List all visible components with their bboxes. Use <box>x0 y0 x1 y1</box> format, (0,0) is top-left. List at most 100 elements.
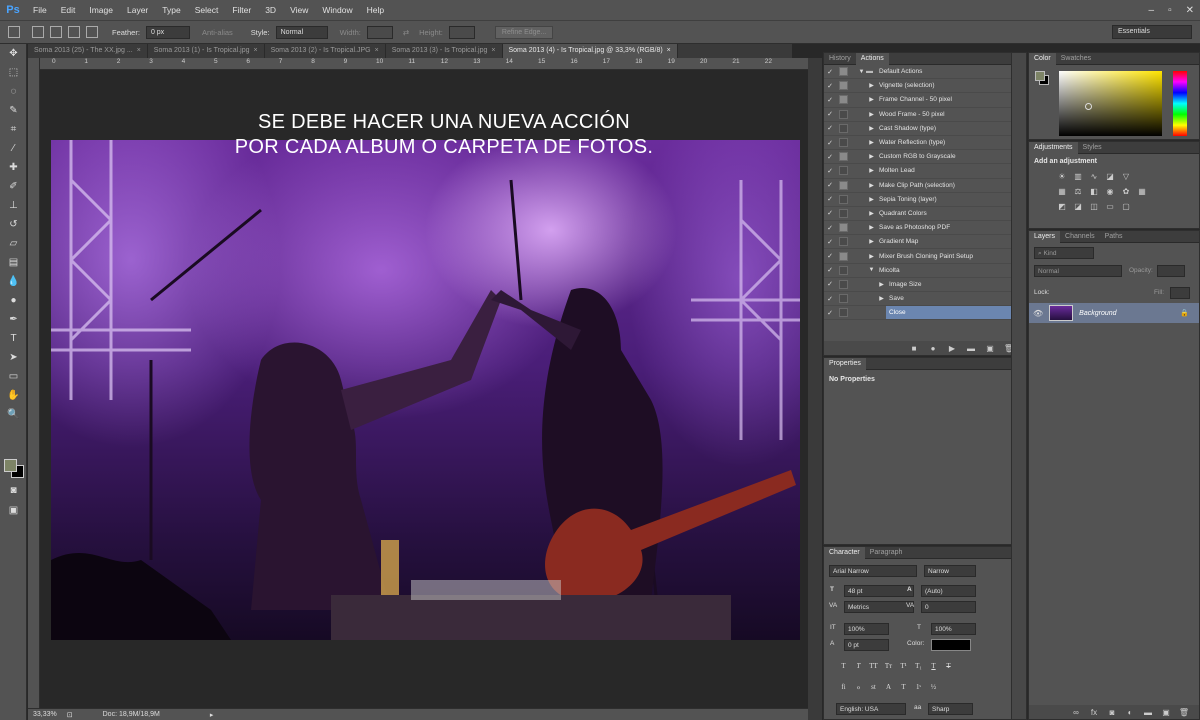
dialog-toggle-icon[interactable] <box>839 152 848 162</box>
collapsed-triangle-icon[interactable]: ▶ <box>867 125 876 132</box>
color-lookup-icon[interactable]: ▦ <box>1137 186 1147 196</box>
add-selection-icon[interactable] <box>50 26 62 38</box>
tab-styles[interactable]: Styles <box>1078 142 1107 154</box>
stamp-icon[interactable]: ⊥ <box>0 196 27 215</box>
action-row[interactable]: ✓ ▶ Sepia Toning (layer) <box>824 193 1026 207</box>
menu-item-layer[interactable]: Layer <box>120 0 155 20</box>
expanded-triangle-icon[interactable]: ▼ <box>867 267 876 273</box>
shape-icon[interactable]: ▭ <box>0 367 27 386</box>
color-field[interactable] <box>1059 71 1162 136</box>
tab-close-icon[interactable]: × <box>375 44 379 58</box>
collapsed-triangle-icon[interactable]: ▶ <box>867 111 876 118</box>
status-menu-icon[interactable]: ▸ <box>210 711 214 719</box>
dialog-toggle-icon[interactable] <box>839 138 848 148</box>
menu-item-view[interactable]: View <box>283 0 315 20</box>
action-toggle-check-icon[interactable]: ✓ <box>824 309 836 317</box>
move-tool-icon[interactable]: ✥ <box>0 44 27 63</box>
document-tab[interactable]: Soma 2013 (3) - Is Tropical.jpg × <box>386 44 503 58</box>
quick-select-icon[interactable]: ✎ <box>0 101 27 120</box>
tab-adjustments[interactable]: Adjustments <box>1029 141 1078 154</box>
leading-input[interactable]: (Auto) <box>921 585 976 597</box>
menu-item-type[interactable]: Type <box>155 0 187 20</box>
blur-icon[interactable]: 💧 <box>0 272 27 291</box>
titling-icon[interactable]: T <box>898 682 909 692</box>
intersect-selection-icon[interactable] <box>86 26 98 38</box>
dialog-toggle-icon[interactable] <box>839 67 848 77</box>
action-toggle-check-icon[interactable]: ✓ <box>824 181 836 189</box>
collapsed-triangle-icon[interactable]: ▶ <box>867 210 876 217</box>
vscale-input[interactable]: 100% <box>844 623 889 635</box>
collapsed-triangle-icon[interactable]: ▶ <box>867 238 876 245</box>
foreground-color-swatch[interactable] <box>4 459 17 472</box>
tab-close-icon[interactable]: × <box>254 44 258 58</box>
eraser-icon[interactable]: ▱ <box>0 234 27 253</box>
action-toggle-check-icon[interactable]: ✓ <box>824 139 836 147</box>
action-row[interactable]: ✓ ▼ ▬ Default Actions <box>824 65 1026 80</box>
dialog-toggle-icon[interactable] <box>839 279 848 289</box>
maximize-icon[interactable]: ▫ <box>1168 5 1172 16</box>
dialog-toggle-icon[interactable] <box>839 237 848 247</box>
blend-mode-select[interactable]: Normal <box>1034 265 1122 277</box>
canvas-vertical-scrollbar[interactable] <box>808 58 822 720</box>
baseline-input[interactable]: 0 pt <box>844 639 889 651</box>
action-toggle-check-icon[interactable]: ✓ <box>824 167 836 175</box>
faux-bold-icon[interactable]: T <box>838 661 849 671</box>
history-brush-icon[interactable]: ↺ <box>0 215 27 234</box>
stylistic-icon[interactable]: A <box>883 682 894 692</box>
collapsed-triangle-icon[interactable]: ▶ <box>867 153 876 160</box>
dialog-toggle-icon[interactable] <box>839 308 848 318</box>
dialog-toggle-icon[interactable] <box>839 265 848 275</box>
fx-icon[interactable]: fx <box>1089 707 1099 717</box>
selective-color-icon[interactable]: ▢ <box>1121 201 1131 211</box>
collapsed-triangle-icon[interactable]: ▶ <box>867 167 876 174</box>
action-toggle-check-icon[interactable]: ✓ <box>824 195 836 203</box>
action-toggle-check-icon[interactable]: ✓ <box>824 238 836 246</box>
action-row[interactable]: ✓ ▶ Molten Lead <box>824 164 1026 179</box>
action-row[interactable]: ✓ ▶ Make Clip Path (selection) <box>824 179 1026 193</box>
tab-swatches[interactable]: Swatches <box>1056 53 1096 65</box>
menu-item-file[interactable]: File <box>26 0 54 20</box>
action-row[interactable]: ✓ ▶ Quadrant Colors <box>824 207 1026 222</box>
gradient-map-icon[interactable]: ▭ <box>1105 201 1115 211</box>
canvas-area[interactable]: SE DEBE HACER UNA NUEVA ACCIÓN POR CADA … <box>40 70 808 708</box>
eyedropper-icon[interactable]: ⁄ <box>0 139 27 158</box>
tab-close-icon[interactable]: × <box>491 44 495 58</box>
menu-item-edit[interactable]: Edit <box>54 0 83 20</box>
action-toggle-check-icon[interactable]: ✓ <box>824 82 836 90</box>
hand-icon[interactable]: ✋ <box>0 386 27 405</box>
dialog-toggle-icon[interactable] <box>839 180 848 190</box>
photo-filter-icon[interactable]: ◉ <box>1105 186 1115 196</box>
all-caps-icon[interactable]: TT <box>868 661 879 671</box>
threshold-icon[interactable]: ◫ <box>1089 201 1099 211</box>
action-toggle-check-icon[interactable]: ✓ <box>824 209 836 217</box>
action-row[interactable]: ✓ ▶ Water Reflection (type) <box>824 136 1026 151</box>
tab-channels[interactable]: Channels <box>1060 231 1100 243</box>
dialog-toggle-icon[interactable] <box>839 223 848 233</box>
style-select[interactable]: Normal <box>275 25 328 39</box>
levels-icon[interactable]: ▥ <box>1073 171 1083 181</box>
subscript-icon[interactable]: T₁ <box>913 661 924 671</box>
tab-color[interactable]: Color <box>1029 52 1056 65</box>
dialog-toggle-icon[interactable] <box>839 109 848 119</box>
quick-mask-icon[interactable]: ◙ <box>0 481 27 500</box>
menu-item-3d[interactable]: 3D <box>258 0 283 20</box>
vibrance-icon[interactable]: ▽ <box>1121 171 1131 181</box>
marquee-icon[interactable]: ⬚ <box>0 63 27 82</box>
new-action-icon[interactable]: ▣ <box>985 343 995 353</box>
action-toggle-check-icon[interactable]: ✓ <box>824 68 836 76</box>
font-size-input[interactable]: 48 pt <box>844 585 914 597</box>
action-row[interactable]: ✓ ▶ Wood Frame - 50 pixel <box>824 108 1026 122</box>
tab-close-icon[interactable]: × <box>137 44 141 58</box>
collapsed-triangle-icon[interactable]: ▶ <box>867 182 876 189</box>
small-caps-icon[interactable]: Tт <box>883 661 894 671</box>
hscale-input[interactable]: 100% <box>931 623 976 635</box>
antialias-checkbox[interactable]: Anti-alias <box>202 28 233 37</box>
layer-row-background[interactable]: 👁 Background 🔒 <box>1029 303 1199 323</box>
exposure-icon[interactable]: ◪ <box>1105 171 1115 181</box>
expanded-triangle-icon[interactable]: ▼ <box>857 69 866 75</box>
dialog-toggle-icon[interactable] <box>839 166 848 176</box>
font-family-select[interactable]: Arial Narrow <box>829 565 917 577</box>
menu-item-select[interactable]: Select <box>188 0 226 20</box>
new-layer-icon[interactable]: ▣ <box>1161 707 1171 717</box>
dialog-toggle-icon[interactable] <box>839 123 848 133</box>
